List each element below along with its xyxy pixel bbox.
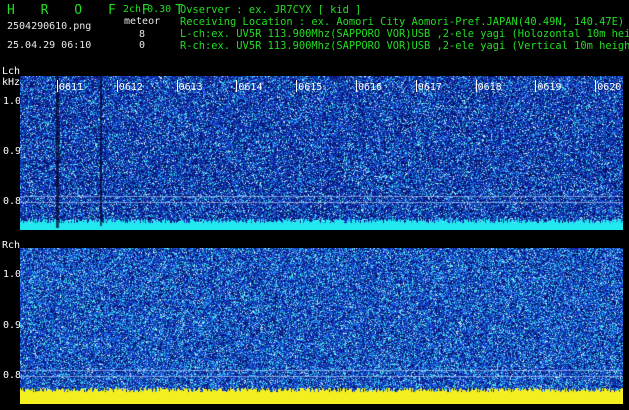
time-tick-marker	[415, 80, 417, 92]
rch-ytick-2: 0.9	[3, 320, 22, 331]
time-tick-label: 0620	[597, 82, 622, 93]
time-tick-label: 0616	[358, 82, 383, 93]
time-tick-label: 0618	[477, 82, 502, 93]
lch-label: Lch	[2, 66, 21, 77]
spectrogram-left-channel	[20, 76, 623, 230]
time-tick-label: 0613	[178, 82, 203, 93]
time-tick-marker	[116, 80, 118, 92]
time-tick-marker	[535, 80, 537, 92]
time-tick-label: 0612	[118, 82, 143, 93]
time-tick-marker	[176, 80, 178, 92]
location-line: Receiving Location : ex. Aomori City Aom…	[180, 16, 625, 28]
meteor-count-l: 8	[139, 29, 146, 40]
lch-info-line: L-ch:ex. UV5R 113.900Mhz(SAPPORO VOR)USB…	[180, 28, 629, 40]
rch-ytick-3: 0.8	[3, 370, 22, 381]
time-tick-marker	[595, 80, 597, 92]
lch-ytick-2: 0.9	[3, 146, 22, 157]
time-tick-label: 0614	[238, 82, 263, 93]
lch-ytick-3: 0.8	[3, 196, 22, 207]
rch-ytick-1: 1.0	[3, 269, 22, 280]
time-tick-label: 0619	[537, 82, 562, 93]
time-tick-label: 0617	[417, 82, 442, 93]
datetime-label: 25.04.29 06:10	[7, 40, 92, 51]
spectrogram-right-channel	[20, 248, 623, 404]
rch-info-line: R-ch:ex. UV5R 113.900Mhz(SAPPORO VOR)USB…	[180, 40, 629, 52]
time-tick-label: 0611	[59, 82, 84, 93]
meteor-count-r: 0	[139, 40, 146, 51]
time-tick-label: 0615	[298, 82, 323, 93]
lch-unit: kHz	[2, 77, 21, 88]
time-tick-marker	[356, 80, 357, 92]
time-tick-marker	[57, 80, 58, 92]
time-tick-marker	[236, 80, 238, 92]
meteor-label: meteor	[124, 16, 161, 27]
observer-line: Ovserver : ex. JR7CYX [ kid ]	[180, 4, 362, 16]
time-tick-marker	[296, 80, 298, 92]
filename-label: 2504290610.png	[7, 21, 92, 32]
mode-label: 2ch 0.30	[123, 4, 172, 15]
rch-label: Rch	[2, 240, 21, 251]
lch-ytick-1: 1.0	[3, 96, 22, 107]
time-tick-marker	[475, 80, 477, 92]
